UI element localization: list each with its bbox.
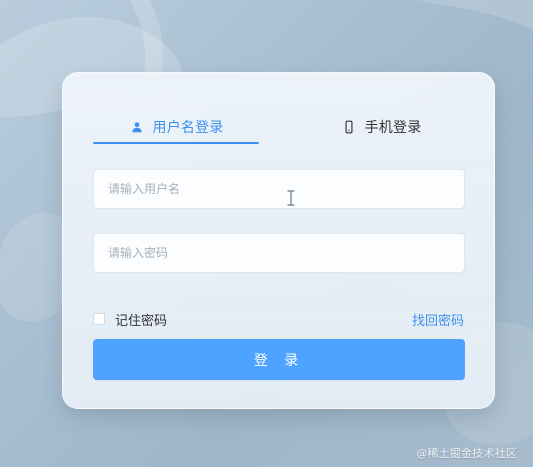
username-input[interactable] xyxy=(93,169,465,209)
username-input-wrap xyxy=(93,169,465,209)
login-card: 用户名登录 手机登录 记住密码 找回密码 登 录 xyxy=(62,72,495,409)
user-icon xyxy=(129,119,145,135)
login-tabs: 用户名登录 手机登录 xyxy=(93,110,464,144)
password-input[interactable] xyxy=(93,233,465,273)
remember-forgot-row: 记住密码 找回密码 xyxy=(93,309,464,329)
tab-phone-login-label: 手机登录 xyxy=(364,120,422,136)
remember-me[interactable]: 记住密码 xyxy=(93,310,167,329)
watermark: @稀土掘金技术社区 xyxy=(416,447,517,460)
tab-username-login-label: 用户名登录 xyxy=(152,120,224,136)
tab-phone-login[interactable]: 手机登录 xyxy=(296,110,466,144)
remember-me-label: 记住密码 xyxy=(115,313,168,329)
forgot-password-link[interactable]: 找回密码 xyxy=(412,310,464,329)
password-input-wrap xyxy=(93,233,465,273)
remember-me-checkbox[interactable] xyxy=(93,313,105,325)
tab-username-login[interactable]: 用户名登录 xyxy=(93,110,259,144)
login-button[interactable]: 登 录 xyxy=(93,339,465,380)
active-tab-underline xyxy=(93,142,259,144)
phone-icon xyxy=(341,119,357,135)
